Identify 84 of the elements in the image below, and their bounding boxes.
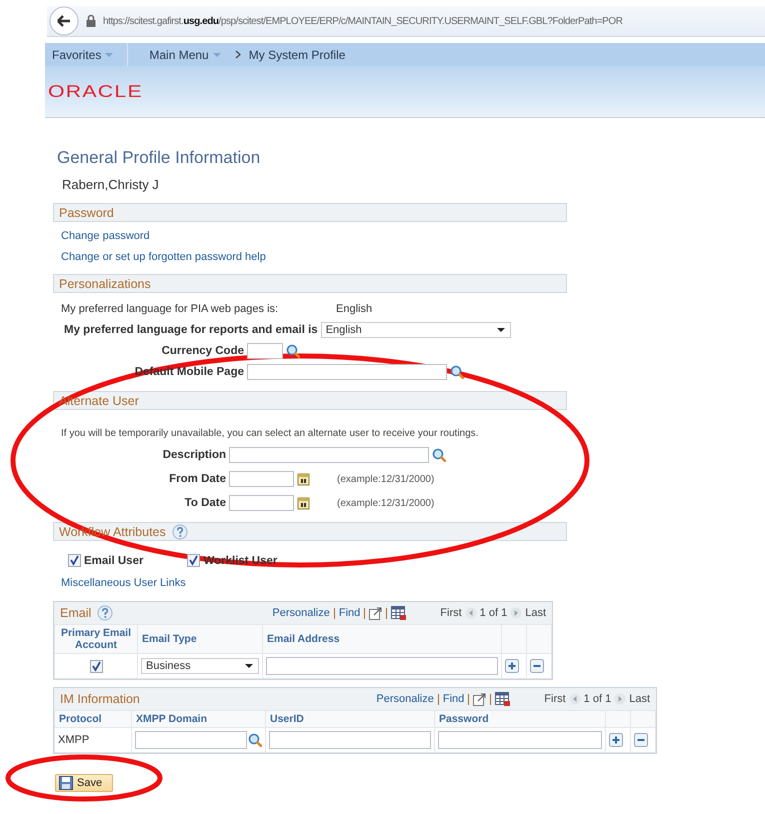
link[interactable]: Change password (61, 230, 150, 242)
field-value: English (336, 303, 372, 315)
section-title: Password (59, 206, 114, 220)
link[interactable]: Miscellaneous User Links (61, 577, 186, 589)
field-label: Currency Code (160, 345, 244, 357)
spreadsheet-icon[interactable] (495, 692, 510, 706)
checkbox[interactable] (68, 554, 81, 567)
find-link[interactable]: Find (442, 693, 464, 705)
help-icon[interactable] (97, 605, 114, 621)
find-link[interactable]: Find (338, 607, 360, 619)
calendar-icon[interactable] (297, 472, 310, 486)
input-field[interactable] (229, 471, 294, 487)
column-header: UserID (266, 710, 434, 728)
page-count: 1 of 1 (584, 693, 612, 705)
previous-icon[interactable] (568, 693, 581, 705)
column-header: XMPP Domain (132, 710, 266, 728)
previous-icon[interactable] (464, 607, 477, 619)
help-icon[interactable] (172, 524, 188, 540)
input-field[interactable] (135, 731, 247, 749)
personalize-link[interactable]: Personalize (272, 607, 330, 619)
field-label: Description (162, 449, 226, 461)
page-count: 1 of 1 (480, 607, 508, 619)
column-header: Email Address (262, 624, 502, 654)
logo: ORACLE (48, 82, 143, 102)
search-icon[interactable] (450, 365, 464, 379)
link[interactable]: Change or set up forgotten password help (61, 251, 266, 263)
input-field[interactable] (229, 495, 294, 511)
table-cell: XMPP (58, 734, 90, 746)
input-field[interactable] (266, 657, 498, 675)
caret-icon (496, 328, 505, 332)
user-name: Rabern,Christy J (62, 177, 160, 192)
add-row-icon[interactable] (505, 659, 519, 673)
field-label: From Date (168, 473, 226, 485)
search-icon[interactable] (432, 448, 446, 462)
delete-row-icon[interactable] (530, 659, 544, 673)
url-text[interactable]: https://scitest.gafirst.usg.edu/psp/scitest/EMPLOYEE/ERP/c/MAINTAIN_SECURITY.USERMAINT_SELF.GBL?FolderPath=POR (103, 16, 622, 26)
caret-icon (105, 52, 114, 56)
checkbox[interactable] (187, 554, 200, 567)
hint-text: (example:12/31/2000) (337, 474, 434, 484)
checkbox-label[interactable]: Email User (84, 554, 144, 566)
column-header: Primary Email Account (54, 624, 138, 654)
column-header: Protocol (54, 710, 132, 728)
menu-link[interactable]: Main Menu (142, 48, 235, 62)
input-field[interactable] (247, 343, 283, 359)
hint-text: (example:12/31/2000) (337, 498, 434, 508)
section-title: Personalizations (59, 276, 151, 290)
last-label: Last (525, 607, 546, 619)
checkbox[interactable] (90, 660, 102, 672)
add-row-icon[interactable] (609, 733, 623, 747)
search-icon[interactable] (286, 344, 300, 358)
dropdown[interactable]: English (320, 322, 511, 338)
input-field[interactable] (269, 731, 431, 749)
delete-row-icon[interactable] (634, 733, 648, 747)
field-label: My preferred language for reports and email is (64, 324, 318, 336)
input-field[interactable] (247, 364, 447, 380)
lock-icon (86, 15, 96, 27)
new-window-icon[interactable] (369, 606, 382, 620)
first-label: First (440, 607, 462, 619)
caret-icon (212, 52, 221, 56)
instruction-text: If you will be temporarily unavailable, you can select an alternate user to receive your routings. (61, 428, 480, 439)
field-label: To Date (184, 497, 226, 509)
new-window-icon[interactable] (473, 692, 486, 706)
calendar-icon[interactable] (297, 496, 310, 510)
chevron-icon (234, 50, 241, 59)
next-icon[interactable] (614, 693, 626, 705)
page-title: General Profile Information (57, 148, 262, 168)
grid-title: IM Information (60, 692, 140, 706)
spreadsheet-icon[interactable] (391, 606, 406, 620)
save-button[interactable]: Save (55, 774, 114, 792)
next-icon[interactable] (510, 607, 522, 619)
input-field[interactable] (229, 447, 429, 463)
search-icon[interactable] (248, 733, 262, 747)
last-label: Last (629, 693, 650, 705)
column-header: Password (434, 710, 606, 728)
input-field[interactable] (438, 731, 602, 749)
caret-icon (245, 664, 253, 668)
back-icon[interactable] (49, 6, 79, 36)
column-header: Email Type (138, 624, 262, 654)
dropdown[interactable]: Business (141, 658, 259, 674)
field-label: My preferred language for PIA web pages is: (61, 303, 280, 315)
personalize-link[interactable]: Personalize (376, 693, 434, 705)
grid-title: Email (60, 606, 92, 620)
breadcrumb-link[interactable]: My System Profile (248, 48, 346, 62)
first-label: First (544, 693, 566, 705)
